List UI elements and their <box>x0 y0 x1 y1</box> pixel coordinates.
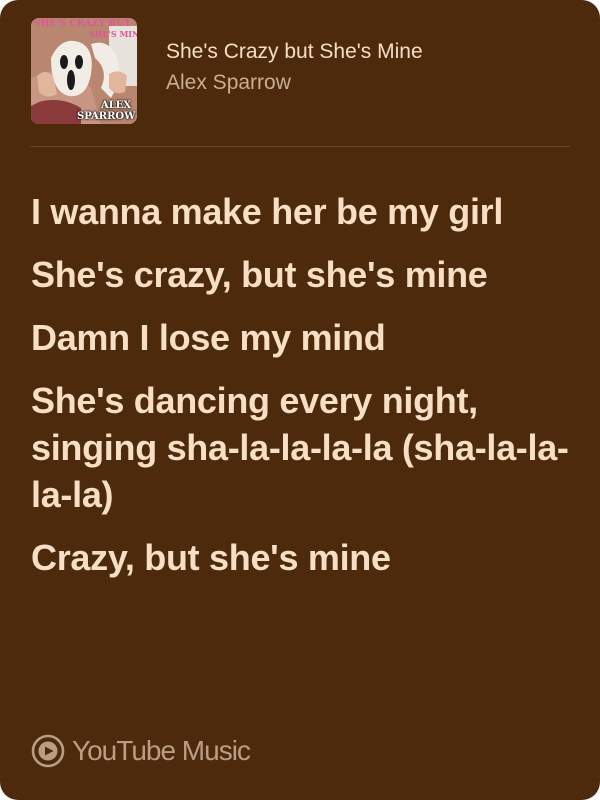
lyrics-card: SHE'S CRAZY BUT SHE'S MINE ALEX SPARROW … <box>0 0 600 800</box>
album-art-artist: ALEX <box>101 100 132 111</box>
song-title[interactable]: She's Crazy but She's Mine <box>166 40 423 64</box>
album-art-artist-2: SPARROW <box>77 111 136 122</box>
lyric-line: Crazy, but she's mine <box>31 537 391 578</box>
lyric-line: She's dancing every night, singing sha-l… <box>31 380 569 515</box>
track-header: SHE'S CRAZY BUT SHE'S MINE ALEX SPARROW … <box>31 18 570 128</box>
track-meta: She's Crazy but She's Mine Alex Sparrow <box>166 40 423 95</box>
album-art[interactable]: SHE'S CRAZY BUT SHE'S MINE ALEX SPARROW <box>31 18 137 124</box>
brand-name: YouTube Music <box>72 735 251 766</box>
album-art-title-2: SHE'S MINE <box>89 29 137 39</box>
lyric-line: Damn I lose my mind <box>31 317 386 358</box>
album-art-title: SHE'S CRAZY BUT <box>34 19 132 29</box>
youtube-music-icon <box>31 734 65 768</box>
divider <box>31 146 570 147</box>
lyric-line: She's crazy, but she's mine <box>31 254 488 295</box>
lyric-line: I wanna make her be my girl <box>31 191 504 232</box>
youtube-music-brand[interactable]: YouTube Music <box>31 731 251 771</box>
artist-name[interactable]: Alex Sparrow <box>166 71 423 95</box>
lyrics-list: I wanna make her be my girl She's crazy,… <box>31 188 576 597</box>
